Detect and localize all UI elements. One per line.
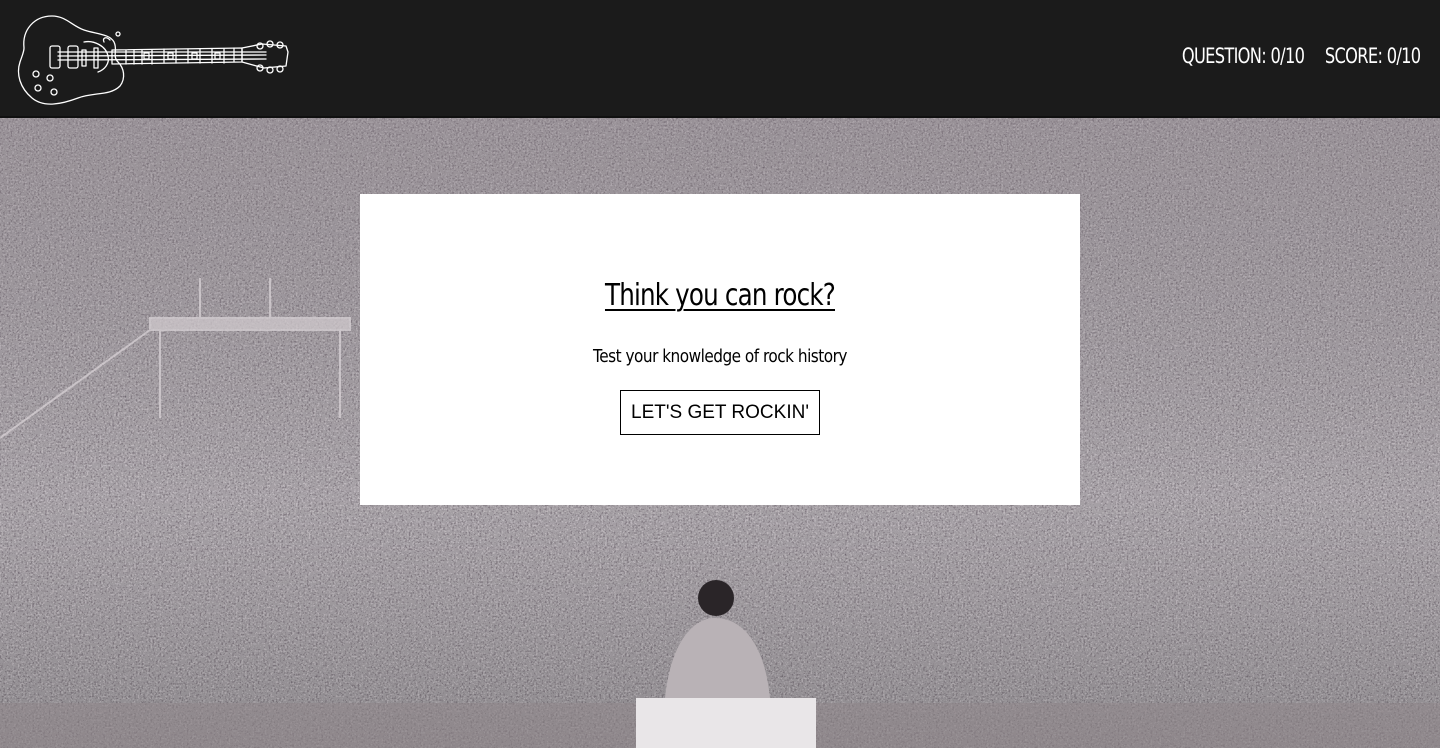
hero-section: Think you can rock? Test your knowledge … xyxy=(0,118,1440,748)
intro-title: Think you can rock? xyxy=(604,278,836,313)
score-counter: SCORE: 0/10 xyxy=(1324,44,1420,68)
question-counter: QUESTION: 0/10 xyxy=(1181,44,1304,68)
guitar-logo-icon xyxy=(14,12,294,108)
start-quiz-button[interactable]: LET'S GET ROCKIN' xyxy=(620,390,820,435)
quiz-status: QUESTION: 0/10 SCORE: 0/10 xyxy=(1181,44,1420,68)
intro-card: Think you can rock? Test your knowledge … xyxy=(360,194,1080,505)
intro-subtitle: Test your knowledge of rock history xyxy=(593,346,847,367)
top-bar: QUESTION: 0/10 SCORE: 0/10 xyxy=(0,0,1440,118)
